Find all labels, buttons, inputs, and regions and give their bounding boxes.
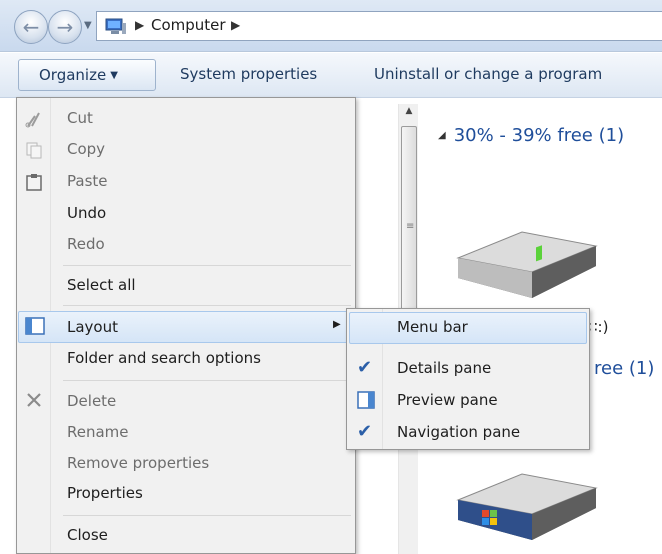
grip-icon: ≡ xyxy=(406,221,415,232)
breadcrumb-chevron-icon[interactable]: ▶ xyxy=(231,18,240,32)
drive-label-fragment[interactable]: ∷:) xyxy=(588,318,608,336)
forward-button[interactable]: → xyxy=(48,10,82,44)
back-button[interactable]: ← xyxy=(14,10,48,44)
menu-item-undo[interactable]: Undo xyxy=(67,204,106,222)
breadcrumb-computer[interactable]: Computer xyxy=(151,16,226,34)
submenu-item-navigation-pane[interactable]: Navigation pane xyxy=(397,423,520,441)
menu-separator xyxy=(63,515,351,516)
layout-icon xyxy=(25,317,45,335)
menu-item-folder-options[interactable]: Folder and search options xyxy=(67,349,261,367)
menu-item-rename[interactable]: Rename xyxy=(67,423,129,441)
recent-pages-dropdown[interactable]: ▼ xyxy=(84,20,94,32)
system-properties-button[interactable]: System properties xyxy=(180,65,317,83)
command-bar: Organize ▼ System properties Uninstall or… xyxy=(0,53,662,98)
dropdown-arrow-icon: ▼ xyxy=(110,70,118,81)
scroll-thumb[interactable]: ≡ xyxy=(401,126,417,326)
group-header-fragment[interactable]: ree (1) xyxy=(594,358,654,379)
hard-drive-icon[interactable] xyxy=(452,228,602,306)
checkmark-icon: ✔ xyxy=(357,421,373,442)
computer-icon xyxy=(105,18,126,34)
delete-x-icon xyxy=(27,393,41,407)
uninstall-program-button[interactable]: Uninstall or change a program xyxy=(374,65,602,83)
organize-label: Organize xyxy=(39,66,107,84)
scroll-up-arrow-icon[interactable]: ▲ xyxy=(399,106,419,120)
menu-item-copy[interactable]: Copy xyxy=(67,140,105,158)
menu-separator xyxy=(63,265,351,266)
menu-item-layout[interactable]: Layout xyxy=(67,318,118,336)
organize-button[interactable]: Organize ▼ xyxy=(18,59,156,91)
menu-item-paste[interactable]: Paste xyxy=(67,172,108,190)
submenu-arrow-icon: ▶ xyxy=(333,319,341,330)
submenu-item-menu-bar[interactable]: Menu bar xyxy=(397,318,468,336)
address-bar-area: ← → ▼ ▶ Computer ▶ xyxy=(0,0,662,52)
menu-item-redo[interactable]: Redo xyxy=(67,235,105,253)
address-box[interactable]: ▶ Computer ▶ xyxy=(96,11,662,41)
copy-icon xyxy=(26,142,42,159)
menu-item-cut[interactable]: Cut xyxy=(67,109,93,127)
organize-menu: Cut Copy Paste Undo Redo Select all ▶ La… xyxy=(16,97,356,554)
forward-arrow-icon: → xyxy=(56,15,74,39)
menu-separator xyxy=(63,305,351,306)
layout-submenu: Menu bar ✔ Details pane Preview pane ✔ N… xyxy=(346,308,590,450)
submenu-item-details-pane[interactable]: Details pane xyxy=(397,359,491,377)
group-header-label: 30% - 39% free (1) xyxy=(453,125,625,146)
menu-item-select-all[interactable]: Select all xyxy=(67,276,136,294)
submenu-item-menu-bar-highlight[interactable] xyxy=(349,312,587,344)
windows-drive-icon[interactable] xyxy=(452,470,602,550)
clipboard-icon xyxy=(26,174,42,191)
scissors-icon xyxy=(25,112,40,128)
preview-pane-icon xyxy=(357,391,375,409)
submenu-item-preview-pane[interactable]: Preview pane xyxy=(397,391,498,409)
collapse-triangle-icon[interactable]: ◢ xyxy=(438,130,446,141)
back-arrow-icon: ← xyxy=(22,15,40,39)
menu-item-close[interactable]: Close xyxy=(67,526,108,544)
breadcrumb-chevron-icon[interactable]: ▶ xyxy=(135,18,144,32)
menu-item-delete[interactable]: Delete xyxy=(67,392,116,410)
group-header-30-39[interactable]: ◢ 30% - 39% free (1) xyxy=(438,125,624,146)
menu-item-properties[interactable]: Properties xyxy=(67,484,143,502)
checkmark-icon: ✔ xyxy=(357,357,373,378)
menu-item-remove-properties[interactable]: Remove properties xyxy=(67,454,209,472)
menu-separator xyxy=(63,380,351,381)
